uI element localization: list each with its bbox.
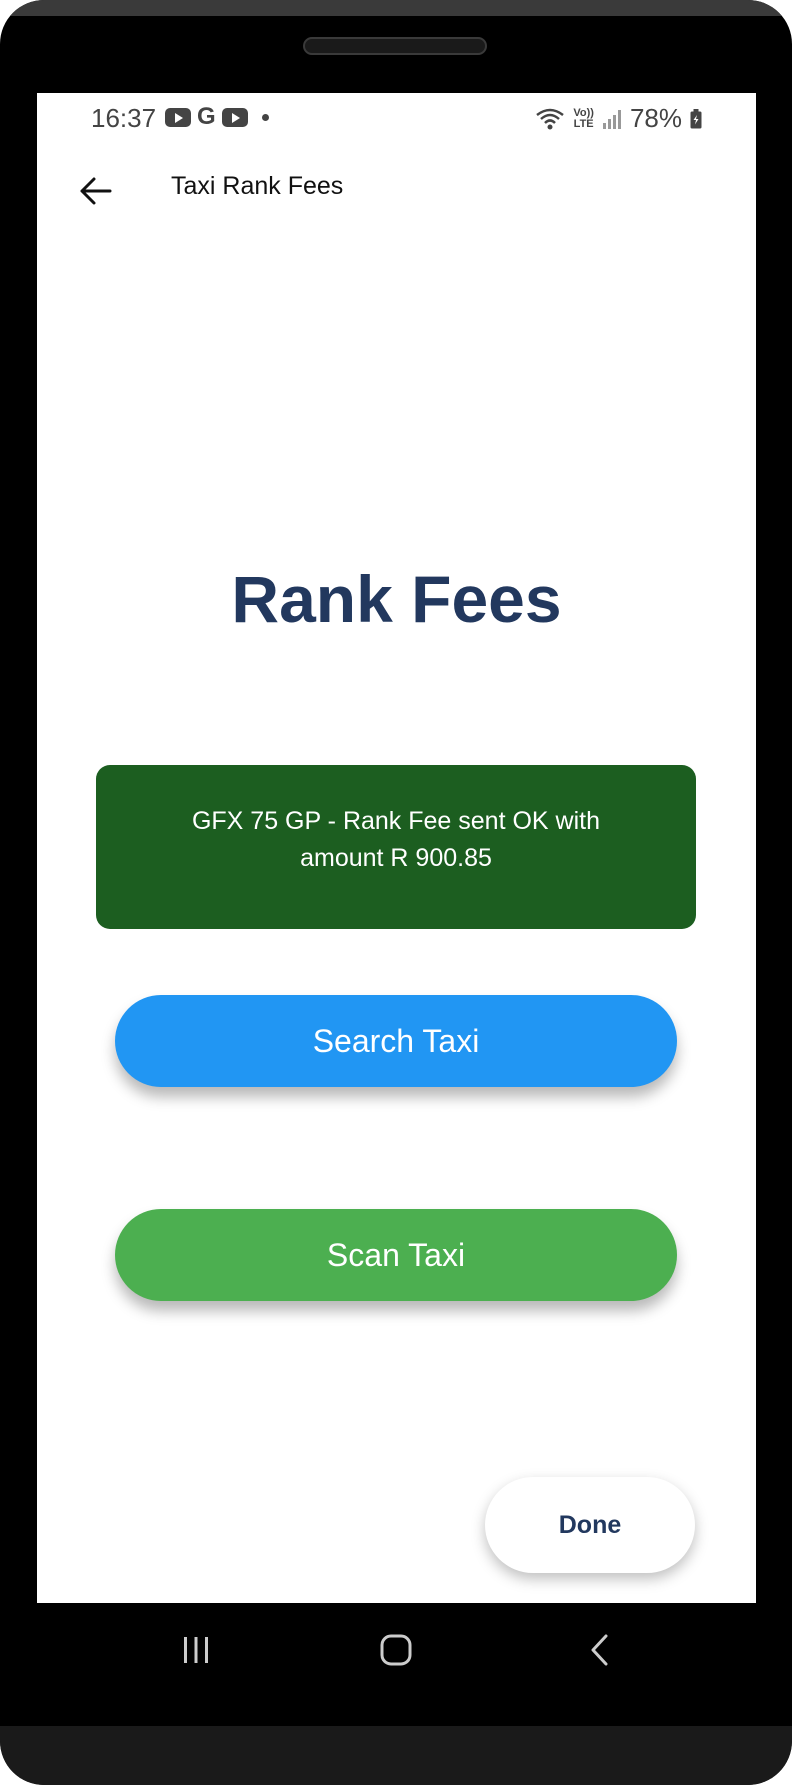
scan-taxi-button[interactable]: Scan Taxi: [115, 1209, 677, 1301]
youtube-icon: [221, 107, 248, 127]
home-button[interactable]: [366, 1628, 426, 1672]
done-label: Done: [558, 1510, 622, 1539]
scan-taxi-label: Scan Taxi: [326, 1236, 466, 1273]
device-frame-bottom: [0, 1726, 792, 1785]
wifi-icon: [535, 107, 565, 131]
app-bar-title: Taxi Rank Fees: [171, 172, 344, 200]
notification-icons: G: [165, 103, 269, 130]
system-icons: Vo)) LTE 78%: [535, 103, 702, 134]
app-bar: Taxi Rank Fees: [37, 145, 756, 235]
signal-icon: [602, 108, 622, 130]
youtube-icon: [165, 107, 191, 127]
system-back-button[interactable]: [570, 1628, 630, 1672]
navigation-bar: [0, 1603, 792, 1698]
back-button[interactable]: [67, 163, 123, 219]
screen: 16:37 G Vo)) LTE 78% Taxi Rank Fees Rank…: [37, 93, 756, 1603]
home-icon: [380, 1634, 412, 1666]
status-bar: 16:37 G Vo)) LTE 78%: [37, 93, 756, 145]
search-taxi-label: Search Taxi: [312, 1022, 480, 1059]
battery-icon: [690, 108, 702, 129]
recent-apps-button[interactable]: [166, 1628, 226, 1672]
dot-icon: [261, 113, 269, 121]
phone-device: 16:37 G Vo)) LTE 78% Taxi Rank Fees Rank…: [0, 0, 792, 1785]
google-icon: G: [197, 103, 216, 130]
done-button[interactable]: Done: [485, 1477, 695, 1573]
volte-top-label: Vo)): [573, 106, 594, 119]
status-message: GFX 75 GP - Rank Fee sent OK with amount…: [96, 765, 696, 929]
arrow-left-icon: [80, 177, 112, 205]
battery-percent: 78%: [629, 103, 682, 133]
back-icon: [591, 1634, 608, 1666]
page-heading: Rank Fees: [231, 562, 562, 636]
status-time: 16:37: [91, 103, 157, 133]
status-message-text: GFX 75 GP - Rank Fee sent OK with amount…: [191, 807, 601, 872]
recent-apps-icon: [184, 1637, 208, 1663]
volte-bottom-label: LTE: [573, 117, 594, 130]
volte-icon: Vo)) LTE: [573, 106, 594, 130]
device-frame-top: [0, 0, 792, 16]
search-taxi-button[interactable]: Search Taxi: [115, 995, 677, 1087]
speaker-grille: [303, 37, 487, 55]
